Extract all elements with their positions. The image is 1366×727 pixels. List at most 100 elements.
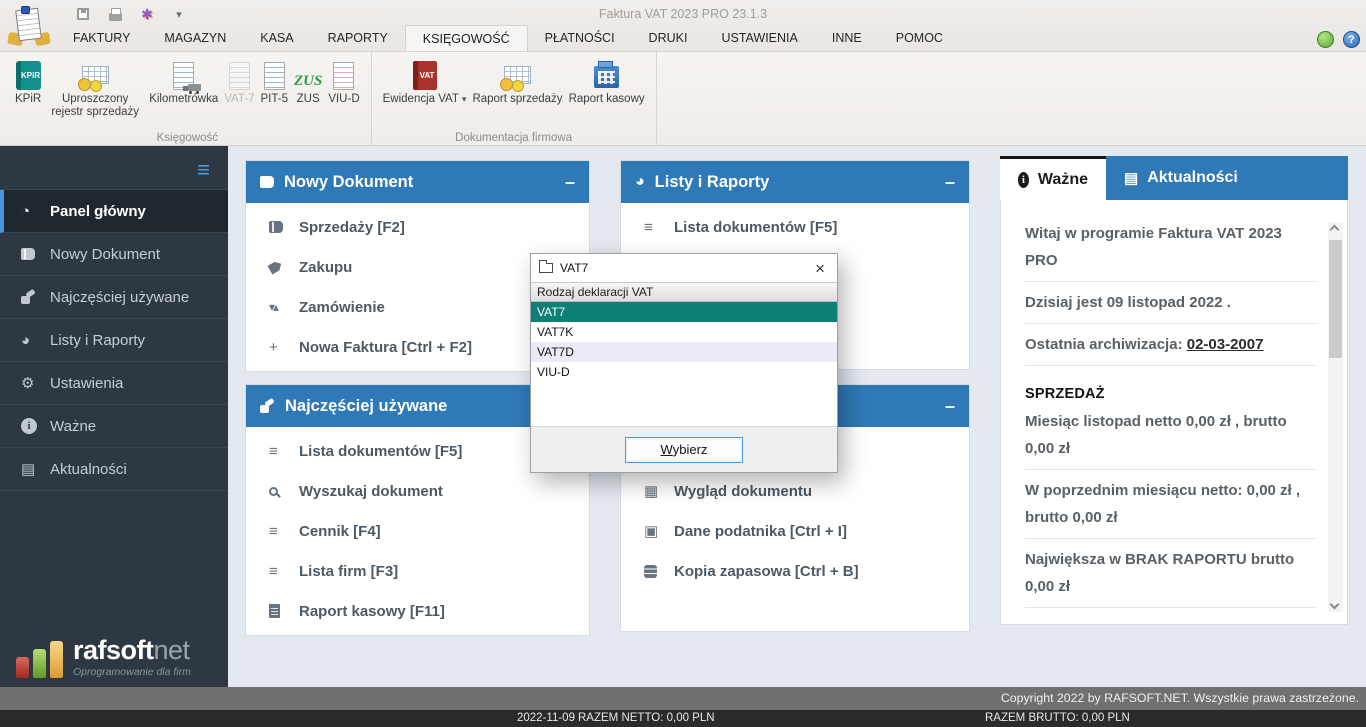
menu-tab-platnosci[interactable]: PŁATNOŚCI — [528, 25, 632, 51]
database-icon — [644, 565, 674, 578]
list-icon: ≡ — [269, 563, 299, 580]
id-card-icon: ▣ — [644, 522, 674, 540]
menu-tab-bar: FAKTURY MAGAZYN KASA RAPORTY KSIĘGOWOŚĆ … — [56, 25, 960, 51]
menu-tab-magazyn[interactable]: MAGAZYN — [147, 25, 243, 51]
scroll-down-icon[interactable] — [1330, 600, 1340, 610]
ribbon-button-raport-kasowy[interactable]: Raport kasowy — [569, 57, 645, 106]
sidebar-item-najczesciej-uzywane[interactable]: Najczęściej używane — [0, 276, 228, 319]
pie-chart-icon: ◕ — [635, 173, 645, 191]
ribbon-button-ewidencja-vat[interactable]: VAT Ewidencja VAT ▾ — [383, 57, 467, 106]
cash-register-icon — [594, 66, 619, 88]
menu-item-dane-podatnika[interactable]: ▣ Dane podatnika [Ctrl + I] — [621, 511, 969, 551]
tab-wazne[interactable]: i Ważne — [1000, 156, 1106, 200]
collapse-button[interactable]: – — [565, 173, 575, 191]
ribbon-button-kilometrowka[interactable]: Kilometrówka — [149, 57, 218, 106]
viud-doc-icon — [333, 62, 354, 90]
divider — [1025, 323, 1317, 324]
menu-item-lista-firm[interactable]: ≡ Lista firm [F3] — [246, 551, 589, 591]
sidebar-item-ustawienia[interactable]: ⚙ Ustawienia — [0, 362, 228, 405]
menu-tab-kasa[interactable]: KASA — [243, 25, 310, 51]
sidebar-item-panel-glowny[interactable]: ◔ Panel główny — [0, 190, 228, 233]
pit5-doc-icon — [264, 62, 285, 90]
sidebar-item-aktualnosci[interactable]: ▤ Aktualności — [0, 448, 228, 491]
archive-date-link[interactable]: 02-03-2007 — [1187, 336, 1264, 353]
status-bar: 2022-11-09 RAZEM NETTO: 0,00 PLN RAZEM B… — [0, 710, 1366, 727]
status-date: 2022-11-09 — [517, 710, 575, 727]
book-icon — [21, 248, 50, 260]
largest-summary-text: Największa w BRAK RAPORTU brutto 0,00 zł — [1025, 546, 1317, 600]
dialog-option-vat7[interactable]: VAT7 — [531, 302, 837, 322]
dialog-option-viud[interactable]: VIU-D — [531, 362, 837, 382]
scrollbar[interactable] — [1328, 222, 1343, 612]
menu-item-raport-kasowy[interactable]: Raport kasowy [F11] — [246, 591, 589, 631]
search-icon — [269, 487, 299, 496]
vat-binder-icon: VAT — [413, 61, 437, 90]
menu-tab-raporty[interactable]: RAPORTY — [311, 25, 405, 51]
menu-tab-ustawienia[interactable]: USTAWIENIA — [704, 25, 814, 51]
online-status-icon[interactable] — [1317, 31, 1334, 48]
ribbon: KPiR KPiR Uproszczony rejestr sprzedaży … — [0, 52, 1366, 146]
menu-item-wyszukaj-dokument[interactable]: Wyszukaj dokument — [246, 471, 589, 511]
dialog-title-bar[interactable]: VAT7 × — [531, 254, 837, 282]
menu-tab-druki[interactable]: DRUKI — [632, 25, 705, 51]
sidebar-item-nowy-dokument[interactable]: Nowy Dokument — [0, 233, 228, 276]
book-icon — [269, 221, 299, 233]
scroll-up-icon[interactable] — [1330, 225, 1340, 235]
menu-tab-ksiegowosc[interactable]: KSIĘGOWOŚĆ — [405, 25, 528, 51]
wybierz-button[interactable]: Wybierz — [625, 437, 743, 463]
sidebar-item-listy-i-raporty[interactable]: ◕ Listy i Raporty — [0, 319, 228, 362]
menu-tab-pomoc[interactable]: POMOC — [879, 25, 960, 51]
menu-item-lista-dokumentow[interactable]: ≡ Lista dokumentów [F5] — [621, 207, 969, 247]
menu-item-kopia-zapasowa[interactable]: Kopia zapasowa [Ctrl + B] — [621, 551, 969, 591]
collapse-button[interactable]: – — [945, 397, 955, 415]
list-icon: ≡ — [644, 219, 674, 236]
ribbon-button-pit5[interactable]: PIT-5 — [260, 57, 287, 106]
dialog-option-vat7k[interactable]: VAT7K — [531, 322, 837, 342]
thumb-up-icon — [260, 400, 275, 413]
plus-icon: + — [269, 339, 299, 356]
ribbon-button-raport-sprzedazy[interactable]: Raport sprzedaży — [472, 57, 562, 106]
divider — [1025, 607, 1317, 608]
sales-register-icon — [82, 66, 109, 84]
menu-item-cennik[interactable]: ≡ Cennik [F4] — [246, 511, 589, 551]
divider — [1025, 365, 1317, 366]
window-title: Faktura VAT 2023 PRO 23.1.3 — [0, 7, 1366, 21]
truck-icon — [188, 84, 201, 91]
menu-item-sprzedazy[interactable]: Sprzedaży [F2] — [246, 207, 589, 247]
dialog-list-header: Rodzaj deklaracji VAT — [531, 282, 837, 302]
list-icon: ≡ — [269, 443, 299, 460]
close-icon[interactable]: × — [811, 260, 829, 277]
sidebar-item-wazne[interactable]: i Ważne — [0, 405, 228, 448]
newspaper-icon: ▤ — [21, 460, 50, 478]
menu-item-wyglad-dokumentu[interactable]: ▦ Wygląd dokumentu — [621, 471, 969, 511]
divider — [1025, 538, 1317, 539]
info-icon: i — [21, 418, 50, 434]
copyright-text: Copyright 2022 by RAFSOFT.NET. Wszystkie… — [1001, 691, 1359, 705]
archive-text: Ostatnia archiwizacja: 02-03-2007 — [1025, 331, 1317, 358]
tab-aktualnosci[interactable]: ▤ Aktualności — [1106, 156, 1348, 200]
ribbon-button-viud[interactable]: VIU-D — [328, 57, 359, 106]
help-icon[interactable]: ? — [1343, 31, 1360, 48]
scrollbar-thumb[interactable] — [1329, 240, 1342, 358]
panel-header: Nowy Dokument – — [246, 161, 589, 203]
status-brutto: RAZEM BRUTTO: 0,00 PLN — [985, 710, 1130, 727]
sort-arrows-icon: ▾▴ — [269, 300, 299, 314]
prev-month-summary-text: W poprzednim miesiącu netto: 0,00 zł , b… — [1025, 477, 1317, 531]
logo-tagline: Oprogramowanie dla firm — [73, 666, 191, 678]
menu-tab-inne[interactable]: INNE — [815, 25, 879, 51]
dialog-option-vat7d[interactable]: VAT7D — [531, 342, 837, 362]
ribbon-button-uproszczony-rejestr[interactable]: Uproszczony rejestr sprzedaży — [47, 57, 143, 119]
hamburger-menu-icon[interactable]: ≡ — [0, 146, 228, 189]
app-logo-icon[interactable] — [7, 4, 51, 48]
sidebar: ≡ ◔ Panel główny Nowy Dokument Najczęści… — [0, 146, 228, 687]
newspaper-icon: ▤ — [1124, 169, 1138, 187]
menu-tab-faktury[interactable]: FAKTURY — [56, 25, 147, 51]
today-text: Dzisiaj jest 09 listopad 2022 . — [1025, 289, 1317, 316]
collapse-button[interactable]: – — [945, 173, 955, 191]
title-bar: ✱ ▾ Faktura VAT 2023 PRO 23.1.3 ? FAKTUR… — [0, 0, 1366, 52]
ribbon-group-ksiegowosc: KPiR KPiR Uproszczony rejestr sprzedaży … — [4, 52, 372, 145]
month-summary-text: Miesiąc listopad netto 0,00 zł , brutto … — [1025, 408, 1317, 462]
ribbon-button-kpir[interactable]: KPiR KPiR — [15, 57, 41, 106]
ribbon-button-zus[interactable]: ZUS ZUS — [294, 57, 322, 106]
list-icon: ≡ — [269, 523, 299, 540]
